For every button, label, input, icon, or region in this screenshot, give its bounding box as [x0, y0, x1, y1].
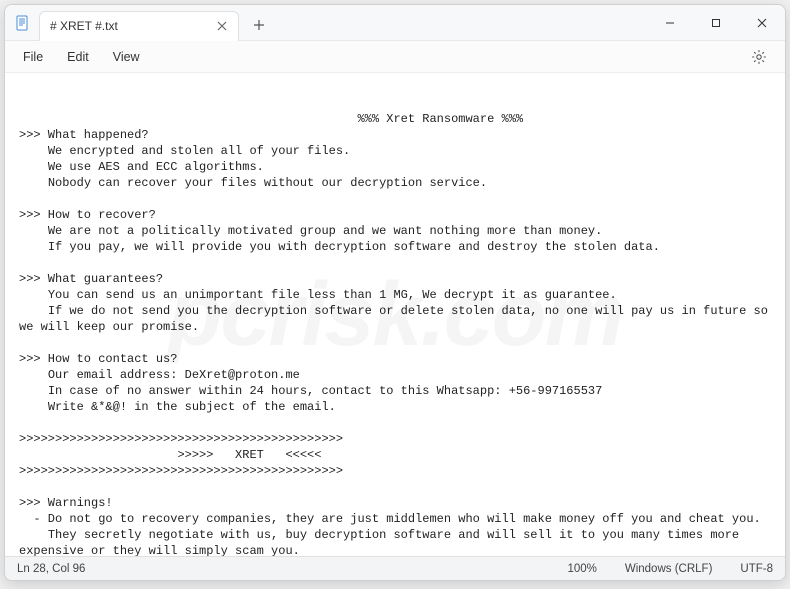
settings-button[interactable] — [747, 45, 771, 69]
window-controls — [647, 5, 785, 41]
text-editor[interactable]: pcrisk.com %%% Xret Ransomware %%% >>> W… — [5, 73, 785, 556]
status-right: 100% Windows (CRLF) UTF-8 — [567, 563, 773, 575]
menu-view[interactable]: View — [101, 46, 152, 68]
close-tab-icon[interactable] — [214, 18, 230, 34]
encoding[interactable]: UTF-8 — [740, 563, 773, 575]
line-ending[interactable]: Windows (CRLF) — [625, 563, 713, 575]
gear-icon — [751, 49, 767, 65]
new-tab-button[interactable] — [245, 11, 273, 39]
document-content: %%% Xret Ransomware %%% >>> What happene… — [19, 112, 775, 556]
tab-title: # XRET #.txt — [50, 19, 214, 33]
app-icon — [15, 15, 31, 31]
menu-bar: File Edit View — [5, 41, 785, 73]
maximize-button[interactable] — [693, 5, 739, 41]
file-tab[interactable]: # XRET #.txt — [39, 11, 239, 41]
close-window-button[interactable] — [739, 5, 785, 41]
minimize-button[interactable] — [647, 5, 693, 41]
notepad-window: # XRET #.txt File Edit View — [4, 4, 786, 581]
title-bar: # XRET #.txt — [5, 5, 785, 41]
menu-edit[interactable]: Edit — [55, 46, 101, 68]
cursor-position: Ln 28, Col 96 — [17, 563, 85, 575]
zoom-level[interactable]: 100% — [567, 563, 596, 575]
menu-file[interactable]: File — [11, 46, 55, 68]
status-bar: Ln 28, Col 96 100% Windows (CRLF) UTF-8 — [5, 556, 785, 580]
